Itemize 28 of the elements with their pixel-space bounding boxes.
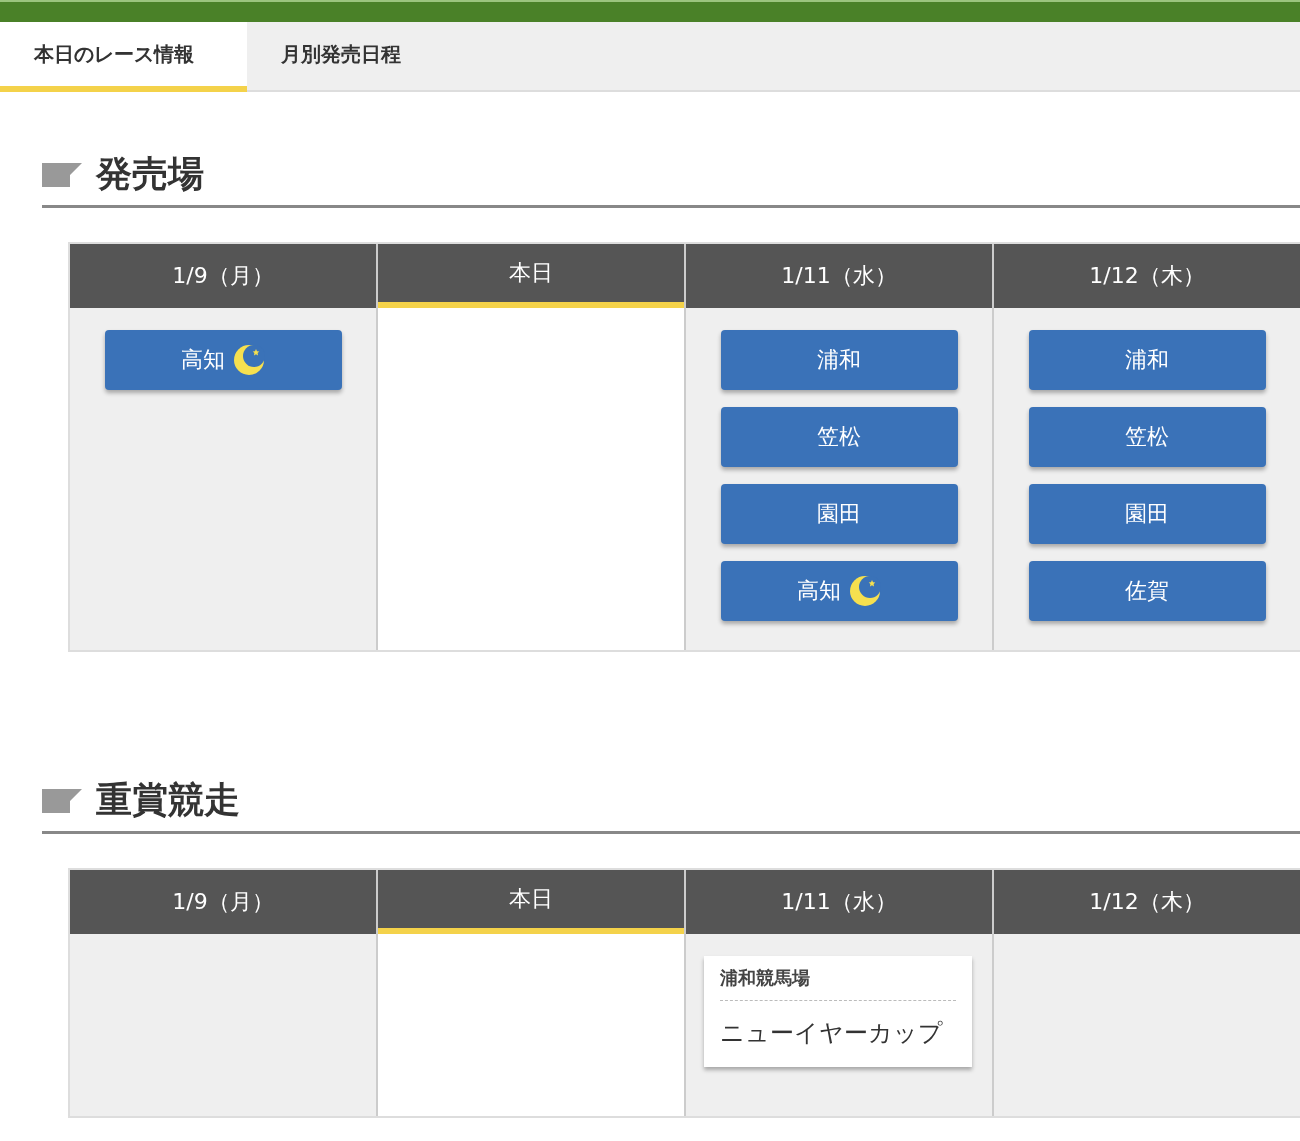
- tab[interactable]: 月別発売日程: [247, 22, 494, 92]
- venue-button[interactable]: 佐賀: [1028, 561, 1266, 621]
- date-header: 1/9（月）: [70, 244, 376, 308]
- date-header: 本日: [378, 244, 684, 308]
- section-marker-icon: [42, 786, 82, 815]
- venue-button[interactable]: 高知: [720, 561, 958, 621]
- date-header: 1/11（水）: [686, 870, 992, 934]
- venue-button[interactable]: 浦和: [720, 330, 958, 390]
- race-name: ニューイヤーカップ: [720, 1018, 944, 1049]
- moon-icon: [849, 575, 881, 607]
- date-header: 1/11（水）: [686, 244, 992, 308]
- section-title: 発売場: [96, 152, 204, 196]
- date-header: 1/9（月）: [70, 870, 376, 934]
- track-name: 浦和競馬場: [720, 966, 956, 1001]
- venue-button[interactable]: 浦和: [1028, 330, 1266, 390]
- venue-button[interactable]: 園田: [1028, 484, 1266, 544]
- section-marker-icon: [42, 160, 82, 189]
- tab[interactable]: 本日のレース情報: [0, 22, 247, 92]
- section-title: 重賞競走: [96, 778, 240, 822]
- race-card[interactable]: 浦和競馬場 ニューイヤーカップ: [704, 956, 972, 1067]
- date-header: 1/12（木）: [994, 870, 1300, 934]
- date-header: 本日: [378, 870, 684, 934]
- venue-button[interactable]: 笠松: [1028, 407, 1266, 467]
- moon-icon: [233, 344, 265, 376]
- venue-button[interactable]: 高知: [104, 330, 342, 390]
- date-header: 1/12（木）: [994, 244, 1300, 308]
- venue-button[interactable]: 園田: [720, 484, 958, 544]
- venue-button[interactable]: 笠松: [720, 407, 958, 467]
